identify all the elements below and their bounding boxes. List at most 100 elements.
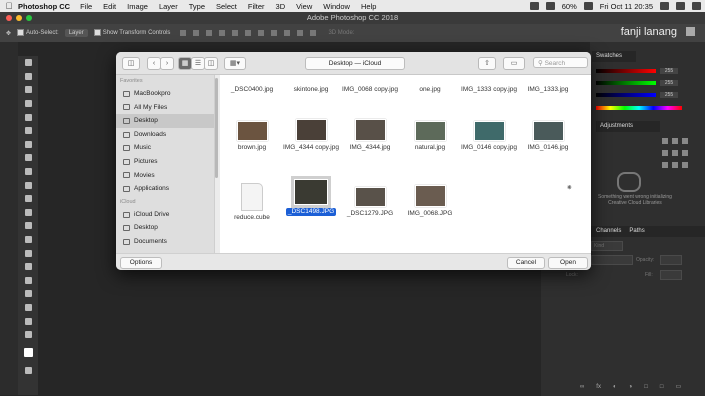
menu-image[interactable]: Image <box>127 2 148 11</box>
tool-type[interactable] <box>18 260 38 274</box>
workspace-icon[interactable] <box>686 27 695 36</box>
transform-controls-checkbox[interactable]: Show Transform Controls <box>93 29 170 37</box>
user-account-icon[interactable] <box>676 2 685 10</box>
volume-icon[interactable] <box>545 2 555 10</box>
notification-center-icon[interactable] <box>692 2 701 10</box>
trash-icon[interactable]: ▭ <box>675 384 681 390</box>
distribute-icon[interactable] <box>258 30 265 36</box>
forward-button[interactable]: › <box>160 57 174 70</box>
file-item[interactable]: IMG_4344.jpg <box>338 119 402 152</box>
cancel-button[interactable]: Cancel <box>507 257 545 269</box>
tool-dodge[interactable] <box>18 233 38 247</box>
blue-value[interactable]: 255 <box>660 92 678 98</box>
tool-marquee[interactable] <box>18 70 38 84</box>
arrange-button[interactable]: ▦▾ <box>224 57 246 70</box>
open-button[interactable]: Open <box>548 257 588 269</box>
tool-gradient[interactable] <box>18 206 38 220</box>
file-item[interactable]: _DSC1279.JPG <box>338 187 402 218</box>
sidebar-item-all-my-files[interactable]: All My Files <box>116 101 214 115</box>
photo-filter-icon[interactable] <box>682 162 688 168</box>
user-name[interactable]: fanji lanang <box>621 24 677 40</box>
brightness-icon[interactable] <box>662 138 668 144</box>
auto-select-checkbox[interactable]: Auto-Select: <box>17 29 59 37</box>
folder-icon[interactable]: □ <box>644 384 648 390</box>
file-item[interactable]: IMG_0146 copy.jpg <box>457 121 521 152</box>
apple-icon[interactable]:  <box>0 1 18 11</box>
sidebar-item-icloud-drive[interactable]: iCloud Drive <box>116 208 214 222</box>
minimize-window-button[interactable] <box>16 15 22 21</box>
file-item[interactable]: IMG_0068 copy.jpg <box>338 83 402 94</box>
distribute-icon[interactable] <box>297 30 304 36</box>
hue-icon[interactable] <box>682 150 688 156</box>
swatches-tab[interactable]: Swatches <box>592 51 636 62</box>
file-item[interactable]: one.jpg <box>398 83 462 94</box>
vibrance-icon[interactable] <box>672 150 678 156</box>
menu-help[interactable]: Help <box>361 2 376 11</box>
move-tool-icon[interactable]: ✥ <box>6 30 11 37</box>
link-icon[interactable]: ∞ <box>580 384 584 390</box>
tool-history-brush[interactable] <box>18 178 38 192</box>
menu-edit[interactable]: Edit <box>103 2 116 11</box>
tool-quick-select[interactable] <box>18 97 38 111</box>
file-item[interactable]: IMG_1333 copy.jpg <box>457 83 521 94</box>
icon-view-button[interactable]: ▦ <box>178 57 192 70</box>
bw-icon[interactable] <box>672 162 678 168</box>
tool-crop[interactable] <box>18 110 38 124</box>
menu-layer[interactable]: Layer <box>159 2 178 11</box>
back-button[interactable]: ‹ <box>147 57 161 70</box>
app-menu[interactable]: Photoshop CC <box>18 2 70 11</box>
tab-paths[interactable]: Paths <box>629 228 644 234</box>
new-layer-icon[interactable]: □ <box>660 384 664 390</box>
levels-icon[interactable] <box>672 138 678 144</box>
clock[interactable]: Fri Oct 11 20:35 <box>600 2 653 11</box>
red-value[interactable]: 255 <box>660 68 678 74</box>
align-bottom-icon[interactable] <box>206 30 213 36</box>
green-slider[interactable] <box>596 81 656 85</box>
wifi-icon[interactable] <box>529 2 539 10</box>
tool-move[interactable] <box>18 56 38 70</box>
battery-percent[interactable]: 60% <box>562 2 577 11</box>
tool-eyedropper[interactable] <box>18 124 38 138</box>
file-item[interactable]: IMG_1333.jpg <box>516 83 580 94</box>
tag-icon[interactable]: ▭ <box>503 57 525 70</box>
align-center-icon[interactable] <box>232 30 239 36</box>
adjustments-tab[interactable]: Adjustments <box>596 121 660 132</box>
options-button[interactable]: Options <box>120 257 162 269</box>
kind-filter[interactable]: Kind <box>591 241 623 251</box>
distribute-icon[interactable] <box>284 30 291 36</box>
fx-icon[interactable]: fx <box>596 384 601 390</box>
file-item[interactable]: skintone.jpg <box>279 83 343 94</box>
curves-icon[interactable] <box>682 138 688 144</box>
sidebar-item-pictures[interactable]: Pictures <box>116 155 214 169</box>
exposure-icon[interactable] <box>662 150 668 156</box>
sidebar-item-movies[interactable]: Movies <box>116 169 214 183</box>
menu-filter[interactable]: Filter <box>248 2 265 11</box>
tool-zoom[interactable] <box>18 314 38 328</box>
color-ramp[interactable] <box>596 106 682 110</box>
close-window-button[interactable] <box>6 15 12 21</box>
tool-pen[interactable] <box>18 246 38 260</box>
align-top-icon[interactable] <box>180 30 187 36</box>
opacity-input[interactable] <box>660 255 682 265</box>
zoom-window-button[interactable] <box>26 15 32 21</box>
menu-window[interactable]: Window <box>323 2 350 11</box>
menu-file[interactable]: File <box>80 2 92 11</box>
tool-blur[interactable] <box>18 219 38 233</box>
foreground-color[interactable] <box>23 347 33 357</box>
blue-slider[interactable] <box>596 93 656 97</box>
column-view-button[interactable]: ◫ <box>204 57 218 70</box>
auto-select-dropdown[interactable]: Layer <box>64 29 88 37</box>
blend-mode-select[interactable] <box>591 255 633 265</box>
tab-channels[interactable]: Channels <box>596 228 621 234</box>
flag-icon[interactable] <box>583 2 593 10</box>
tool-hand[interactable] <box>18 301 38 315</box>
sidebar-item-icloud-desktop[interactable]: Desktop <box>116 221 214 235</box>
file-item[interactable]: IMG_4344 copy.jpg <box>279 119 343 152</box>
tool-quick-mask[interactable] <box>18 363 38 377</box>
location-dropdown[interactable]: Desktop — iCloud <box>305 57 405 70</box>
sidebar-toggle-icon[interactable]: ◫ <box>122 57 140 70</box>
sidebar-item-documents[interactable]: Documents <box>116 235 214 249</box>
tool-shape[interactable] <box>18 287 38 301</box>
align-left-icon[interactable] <box>219 30 226 36</box>
distribute-icon[interactable] <box>310 30 317 36</box>
